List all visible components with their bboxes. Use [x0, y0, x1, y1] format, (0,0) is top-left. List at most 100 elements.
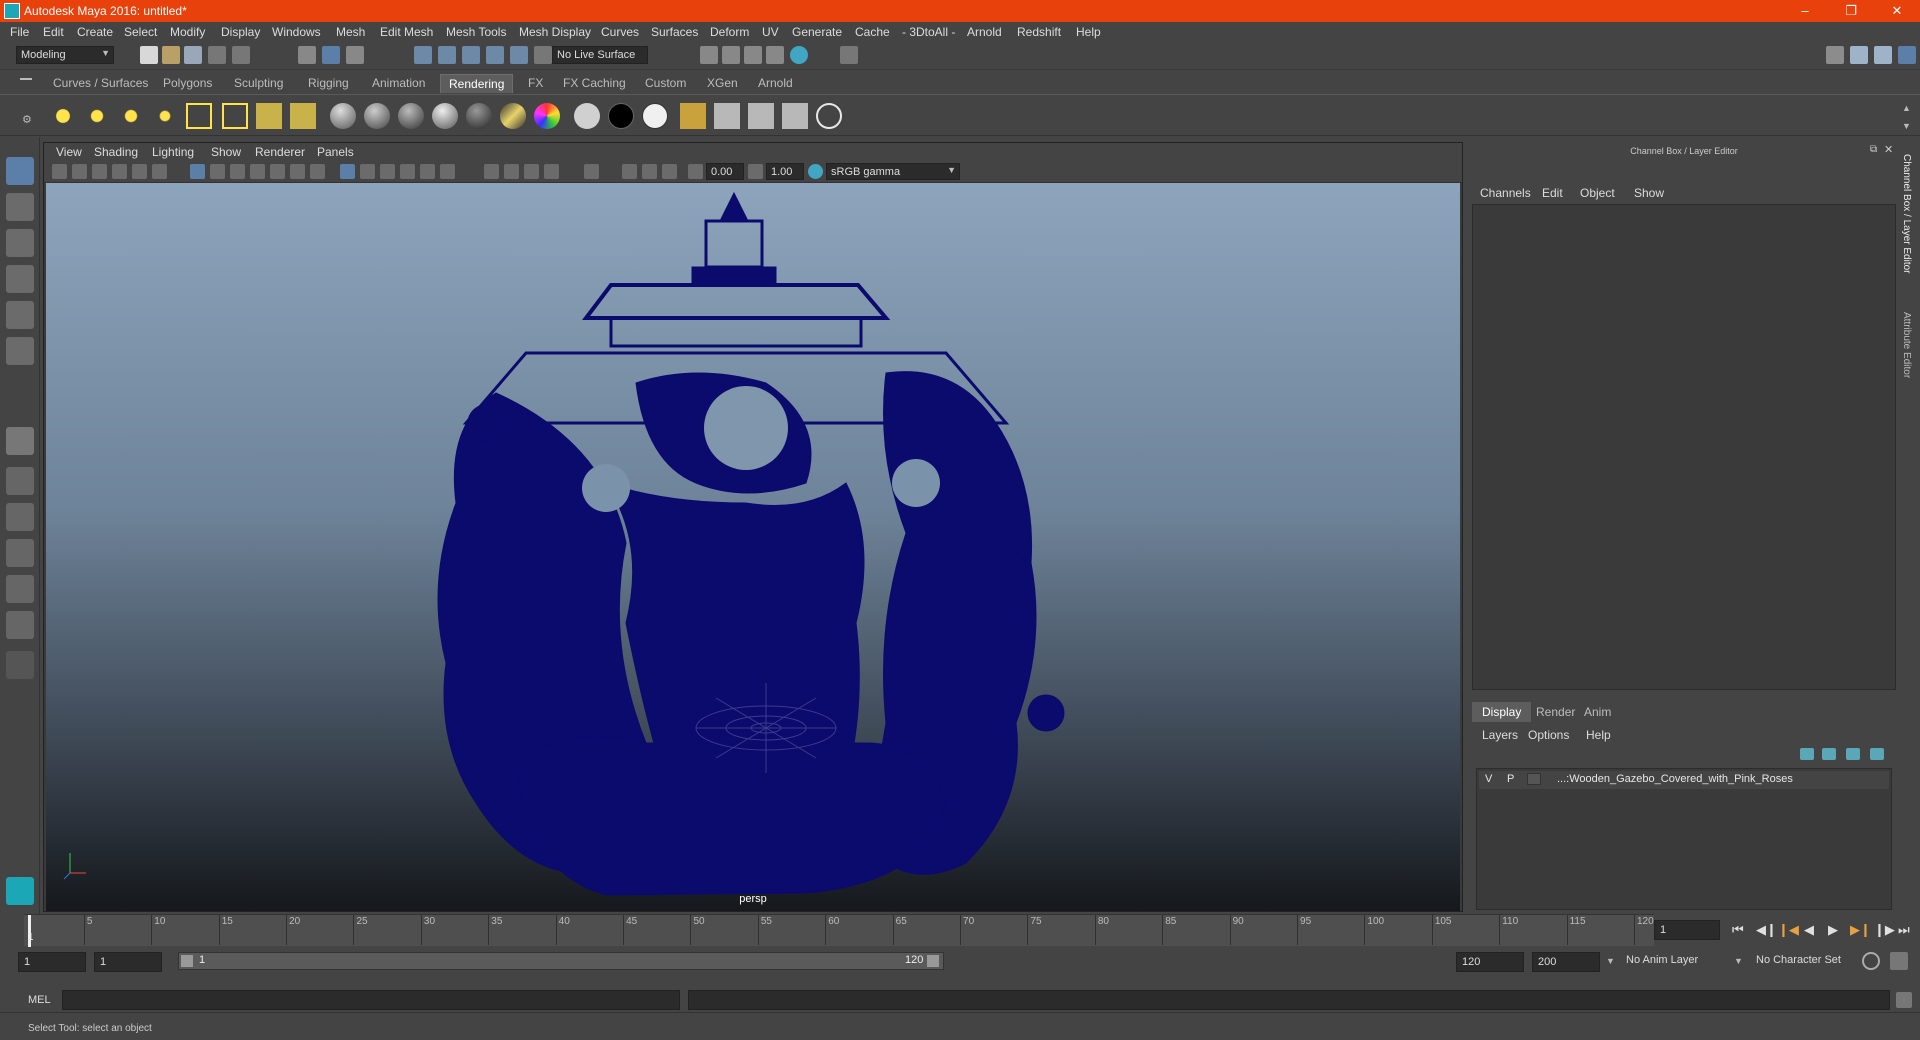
menu-deform[interactable]: Deform — [710, 25, 749, 39]
channel-box-area[interactable] — [1472, 204, 1896, 690]
grease-pencil-icon[interactable] — [152, 164, 167, 179]
wireframe-icon[interactable] — [340, 164, 355, 179]
shelf-tab-xgen[interactable]: XGen — [699, 74, 746, 93]
menu-modify[interactable]: Modify — [170, 25, 205, 39]
side-tab-attribute-editor[interactable]: Attribute Editor — [1901, 312, 1912, 378]
channel-box-menu-channels[interactable]: Channels — [1480, 186, 1531, 200]
anti-aliasing-icon[interactable] — [524, 164, 539, 179]
depth-of-field-icon[interactable] — [544, 164, 559, 179]
render-view-window-icon[interactable] — [680, 103, 706, 129]
layer-name[interactable]: ...:Wooden_Gazebo_Covered_with_Pink_Rose… — [1557, 773, 1793, 785]
animation-preferences-icon[interactable] — [1890, 952, 1908, 970]
anisotropic-icon[interactable] — [466, 103, 492, 129]
range-slider[interactable]: 1 120 — [178, 952, 944, 970]
smooth-shade-icon[interactable] — [360, 164, 375, 179]
shelf-scroll-up-icon[interactable]: ▲ — [1902, 103, 1911, 113]
shelf-tab-curves-surfaces[interactable]: Curves / Surfaces — [45, 74, 156, 93]
use-all-lights-icon[interactable] — [420, 164, 435, 179]
redo-icon[interactable] — [232, 46, 250, 64]
bookmark-icon[interactable] — [92, 164, 107, 179]
layer-menu-help[interactable]: Help — [1586, 728, 1611, 742]
layer-visibility-toggle[interactable]: V — [1485, 773, 1492, 785]
uv-editor-layout-icon[interactable] — [6, 611, 34, 639]
float-panel-icon[interactable]: ⧉ — [1870, 144, 1877, 155]
shelf-tab-animation[interactable]: Animation — [364, 74, 433, 93]
menu-windows[interactable]: Windows — [272, 25, 321, 39]
menu-display[interactable]: Display — [221, 25, 260, 39]
restore-button[interactable]: ❐ — [1828, 0, 1874, 22]
grid-icon[interactable] — [190, 164, 205, 179]
tool-settings-icon[interactable] — [1874, 46, 1892, 64]
channel-box-menu-show[interactable]: Show — [1634, 186, 1664, 200]
play-forward-icon[interactable]: ▶ — [1828, 922, 1838, 938]
modeling-toolkit-icon[interactable] — [1826, 46, 1844, 64]
time-slider[interactable]: 5 10 15 20 25 30 35 40 45 50 55 60 65 70 75 80 85 90 95 100… — [24, 914, 1654, 947]
menu-mesh-display[interactable]: Mesh Display — [519, 25, 591, 39]
screen-space-ao-icon[interactable] — [484, 164, 499, 179]
ramp-shader-icon[interactable] — [534, 103, 560, 129]
select-component-icon[interactable] — [346, 46, 364, 64]
menu-redshift[interactable]: Redshift — [1017, 25, 1061, 39]
step-forward-key-icon[interactable]: ❙▶ — [1874, 922, 1895, 938]
select-object-icon[interactable] — [322, 46, 340, 64]
step-back-frame-icon[interactable]: ❙◀ — [1778, 922, 1799, 938]
viewport-menu-view[interactable]: View — [56, 145, 82, 159]
blinn-icon[interactable] — [330, 103, 356, 129]
scale-tool-icon[interactable] — [6, 337, 34, 365]
side-tab-channel-box[interactable]: Channel Box / Layer Editor — [1901, 154, 1912, 274]
outliner-persp-layout-icon[interactable] — [6, 503, 34, 531]
shelf-tab-fx[interactable]: FX — [520, 74, 551, 93]
gate-mask-icon[interactable] — [250, 164, 265, 179]
layer-playback-toggle[interactable]: P — [1507, 773, 1514, 785]
safe-title-icon[interactable] — [310, 164, 325, 179]
motion-blur-icon[interactable] — [504, 164, 519, 179]
current-frame-field[interactable]: 1 — [1654, 920, 1720, 940]
attribute-editor-icon[interactable] — [1850, 46, 1868, 64]
move-layer-up-icon[interactable] — [1800, 748, 1814, 760]
menu-file[interactable]: File — [10, 25, 29, 39]
script-editor-icon[interactable] — [1896, 992, 1912, 1008]
field-chart-icon[interactable] — [270, 164, 285, 179]
animation-end-field[interactable]: 200 — [1532, 952, 1600, 972]
range-start-handle[interactable] — [181, 955, 193, 967]
snap-grid-icon[interactable] — [414, 46, 432, 64]
surface-shader-icon[interactable] — [574, 103, 600, 129]
viewport-menu-panels[interactable]: Panels — [317, 145, 354, 159]
channel-box-icon[interactable] — [1898, 46, 1916, 64]
use-background-icon[interactable] — [608, 103, 634, 129]
go-to-end-icon[interactable]: ⏭ — [1898, 922, 1910, 938]
gamma-field[interactable]: 1.00 — [766, 163, 804, 180]
menu-curves[interactable]: Curves — [601, 25, 639, 39]
snap-surface-icon[interactable] — [510, 46, 528, 64]
shelf-tab-sculpting[interactable]: Sculpting — [226, 74, 291, 93]
safe-action-icon[interactable] — [290, 164, 305, 179]
menu-mesh-tools[interactable]: Mesh Tools — [446, 25, 506, 39]
chevron-down-icon[interactable]: ▼ — [1606, 956, 1615, 966]
hypershade-layout-icon[interactable] — [6, 575, 34, 603]
select-tool-icon[interactable] — [6, 157, 34, 185]
menu-select[interactable]: Select — [124, 25, 157, 39]
menu-create[interactable]: Create — [77, 25, 113, 39]
shadows-icon[interactable] — [440, 164, 455, 179]
lambert-icon[interactable] — [364, 103, 390, 129]
menu-arnold[interactable]: Arnold — [967, 25, 1002, 39]
new-empty-layer-icon[interactable] — [1846, 748, 1860, 760]
render-current-frame-icon[interactable] — [700, 46, 718, 64]
camera-attributes-icon[interactable] — [72, 164, 87, 179]
2d-pan-zoom-icon[interactable] — [132, 164, 147, 179]
make-live-icon[interactable] — [534, 46, 552, 64]
paint-select-tool-icon[interactable] — [6, 229, 34, 257]
menu-edit[interactable]: Edit — [43, 25, 64, 39]
viewport-menu-show[interactable]: Show — [211, 145, 241, 159]
layer-row[interactable]: V P ...:Wooden_Gazebo_Covered_with_Pink_… — [1479, 771, 1889, 789]
command-input[interactable] — [62, 990, 680, 1010]
move-layer-down-icon[interactable] — [1822, 748, 1836, 760]
image-plane-icon[interactable] — [112, 164, 127, 179]
render-settings-icon[interactable] — [744, 46, 762, 64]
camera-icon[interactable] — [256, 103, 282, 129]
select-hierarchy-icon[interactable] — [298, 46, 316, 64]
layer-menu-options[interactable]: Options — [1528, 728, 1569, 742]
undo-icon[interactable] — [208, 46, 226, 64]
shading-map-icon[interactable] — [642, 103, 668, 129]
phong-e-icon[interactable] — [432, 103, 458, 129]
